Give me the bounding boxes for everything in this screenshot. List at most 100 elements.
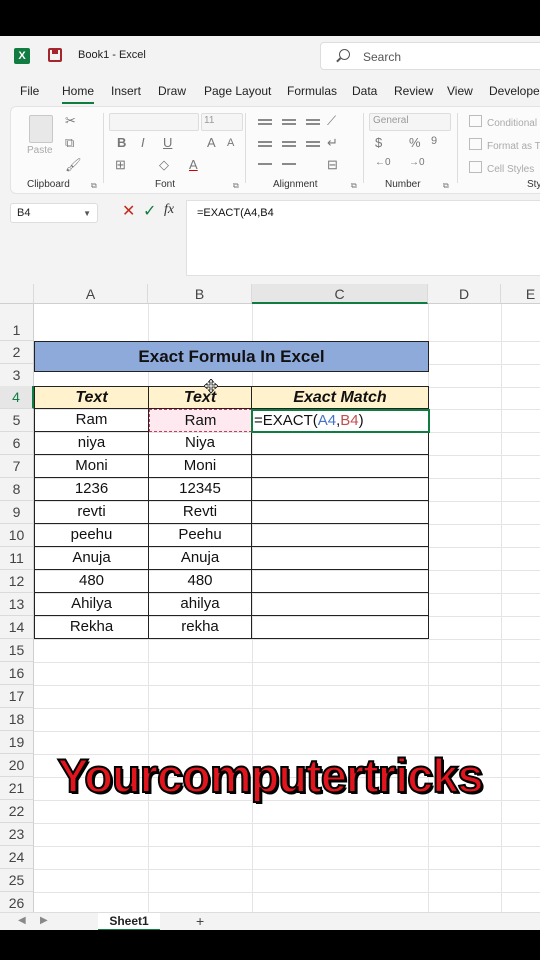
cancel-icon[interactable]: ✕: [122, 201, 135, 221]
alignment-launcher-icon[interactable]: ⧉: [351, 181, 357, 191]
borders-icon[interactable]: ⊞: [115, 157, 126, 173]
font-color-icon[interactable]: A: [189, 157, 198, 172]
cell-a8[interactable]: revti: [34, 501, 149, 524]
table-title[interactable]: Exact Formula In Excel: [34, 341, 429, 372]
row-header-5[interactable]: 5: [0, 409, 34, 432]
row-header-6[interactable]: 6: [0, 432, 34, 455]
row-header-17[interactable]: 17: [0, 685, 34, 708]
column-header-c[interactable]: C: [252, 284, 428, 304]
top-align-icon[interactable]: [258, 119, 272, 121]
row-header-11[interactable]: 11: [0, 547, 34, 570]
cell-b10[interactable]: Anuja: [149, 547, 252, 570]
italic-icon[interactable]: I: [141, 135, 145, 150]
decrease-decimal-icon[interactable]: →0: [409, 157, 425, 168]
column-header-d[interactable]: D: [428, 284, 501, 304]
cell-a11[interactable]: 480: [34, 570, 149, 593]
percent-icon[interactable]: %: [409, 135, 421, 150]
grow-font-icon[interactable]: A: [207, 135, 216, 150]
comma-style-icon[interactable]: 9: [431, 135, 437, 147]
copy-icon[interactable]: ⧉: [65, 135, 74, 151]
select-all-corner[interactable]: [0, 284, 34, 304]
cell-c10[interactable]: [252, 547, 429, 570]
row-header-1[interactable]: 1: [0, 304, 34, 341]
number-launcher-icon[interactable]: ⧉: [443, 181, 449, 191]
row-header-10[interactable]: 10: [0, 524, 34, 547]
row-header-24[interactable]: 24: [0, 846, 34, 869]
column-header-a[interactable]: A: [34, 284, 148, 304]
row-header-8[interactable]: 8: [0, 478, 34, 501]
align-left-icon[interactable]: [258, 141, 272, 143]
font-launcher-icon[interactable]: ⧉: [233, 181, 239, 191]
cell-a4[interactable]: Ram: [34, 409, 149, 432]
cell-b9[interactable]: Peehu: [149, 524, 252, 547]
cell-a12[interactable]: Ahilya: [34, 593, 149, 616]
cell-c5[interactable]: [252, 432, 429, 455]
cell-a13[interactable]: Rekha: [34, 616, 149, 639]
cell-c7[interactable]: [252, 478, 429, 501]
middle-align-icon[interactable]: [282, 119, 296, 121]
cell-c12[interactable]: [252, 593, 429, 616]
cell-b6[interactable]: Moni: [149, 455, 252, 478]
fill-color-icon[interactable]: ◇: [159, 157, 169, 173]
column-header-b[interactable]: B: [148, 284, 252, 304]
cell-b7[interactable]: 12345: [149, 478, 252, 501]
cell-c13[interactable]: [252, 616, 429, 639]
cell-c11[interactable]: [252, 570, 429, 593]
align-right-icon[interactable]: [306, 141, 320, 143]
worksheet-grid[interactable]: A B C D E 1 2 3 4 5 6 7 8 9 10 11 12 13 14 15 16 17 18 19 2…: [0, 284, 540, 916]
shrink-font-icon[interactable]: A: [227, 137, 234, 149]
wrap-text-icon[interactable]: ↵: [327, 135, 338, 151]
cell-a5[interactable]: niya: [34, 432, 149, 455]
tab-home[interactable]: Home: [62, 84, 95, 104]
row-header-9[interactable]: 9: [0, 501, 34, 524]
prev-sheet-icon[interactable]: ◀: [18, 915, 26, 926]
bold-icon[interactable]: B: [117, 135, 126, 150]
row-header-4[interactable]: 4: [0, 386, 34, 409]
paste-icon[interactable]: [29, 115, 53, 143]
align-center-icon[interactable]: [282, 141, 296, 143]
header-cell-c3[interactable]: Exact Match: [252, 386, 429, 409]
next-sheet-icon[interactable]: ▶: [40, 915, 48, 926]
row-header-15[interactable]: 15: [0, 639, 34, 662]
format-as-table-button[interactable]: Format as T: [469, 138, 540, 152]
merge-center-icon[interactable]: ⊟: [327, 157, 338, 173]
font-size-select[interactable]: 11: [201, 113, 243, 131]
row-header-23[interactable]: 23: [0, 823, 34, 846]
tab-formulas[interactable]: Formulas: [287, 84, 337, 98]
clipboard-launcher-icon[interactable]: ⧉: [91, 181, 97, 191]
add-sheet-button[interactable]: +: [196, 913, 204, 929]
bottom-align-icon[interactable]: [306, 119, 320, 121]
increase-decimal-icon[interactable]: ←0: [375, 157, 391, 168]
search-box[interactable]: Search: [320, 42, 540, 70]
row-header-2[interactable]: 2: [0, 341, 34, 364]
row-header-12[interactable]: 12: [0, 570, 34, 593]
cell-a7[interactable]: 1236: [34, 478, 149, 501]
insert-function-icon[interactable]: fx: [164, 202, 174, 218]
sheet-tab-sheet1[interactable]: Sheet1: [98, 913, 160, 930]
increase-indent-icon[interactable]: [282, 163, 296, 165]
row-header-16[interactable]: 16: [0, 662, 34, 685]
cell-b5[interactable]: Niya: [149, 432, 252, 455]
row-header-18[interactable]: 18: [0, 708, 34, 731]
row-header-7[interactable]: 7: [0, 455, 34, 478]
tab-page-layout[interactable]: Page Layout: [204, 84, 271, 98]
cell-a9[interactable]: peehu: [34, 524, 149, 547]
decrease-indent-icon[interactable]: [258, 163, 272, 165]
orientation-icon[interactable]: ⟋: [327, 113, 336, 129]
row-header-3[interactable]: 3: [0, 364, 34, 387]
cut-icon[interactable]: ✂: [65, 113, 76, 129]
format-painter-icon[interactable]: 🖌: [65, 157, 82, 173]
column-header-e[interactable]: E: [501, 284, 540, 304]
formula-input[interactable]: =EXACT(A4,B4: [186, 200, 540, 276]
cell-styles-button[interactable]: Cell Styles: [469, 161, 534, 175]
cell-b13[interactable]: rekha: [149, 616, 252, 639]
currency-icon[interactable]: $: [375, 135, 382, 150]
save-icon[interactable]: [48, 48, 62, 62]
row-header-22[interactable]: 22: [0, 800, 34, 823]
header-cell-a3[interactable]: Text: [34, 386, 149, 409]
cell-b4[interactable]: Ram: [149, 409, 252, 432]
chevron-down-icon[interactable]: ▼: [83, 209, 91, 218]
enter-icon[interactable]: ✓: [143, 201, 156, 221]
cell-a6[interactable]: Moni: [34, 455, 149, 478]
row-header-14[interactable]: 14: [0, 616, 34, 639]
